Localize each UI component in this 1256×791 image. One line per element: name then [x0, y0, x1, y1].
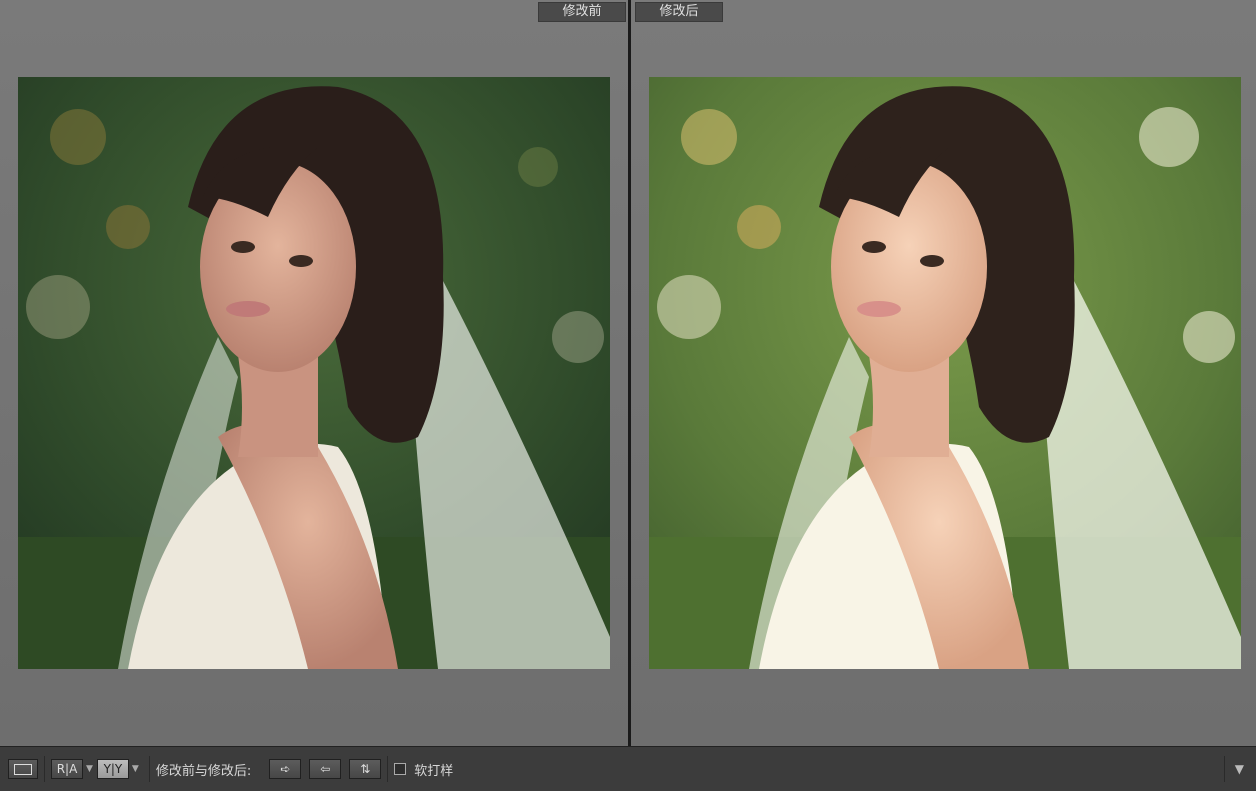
toolbar: R|A ▼ Y|Y ▼ 修改前与修改后: ➪ ⇦ ⇅ 软打样 ▼ — [0, 746, 1256, 791]
toolbar-menu-chevron-icon[interactable]: ▼ — [1235, 762, 1244, 776]
soft-proof-checkbox[interactable] — [394, 763, 407, 775]
copy-after-to-before-button[interactable]: ⇦ — [309, 759, 342, 779]
swap-right-icon: ➪ — [280, 762, 291, 776]
after-photo[interactable] — [649, 77, 1241, 669]
before-photo[interactable] — [18, 77, 610, 669]
before-after-label: 修改前与修改后: — [155, 763, 252, 779]
toolbar-divider — [387, 756, 389, 782]
before-label: 修改前 — [538, 2, 626, 22]
view-ra-dropdown-icon[interactable]: ▼ — [86, 764, 93, 774]
view-yy-dropdown-icon[interactable]: ▼ — [132, 764, 139, 774]
copy-before-to-after-button[interactable]: ➪ — [269, 759, 302, 779]
before-pane: 修改前 — [0, 0, 628, 746]
after-pane: 修改后 — [631, 0, 1256, 746]
soft-proof-label: 软打样 — [414, 763, 454, 779]
toolbar-divider — [44, 756, 45, 782]
toolbar-divider — [148, 756, 150, 782]
view-yy-button[interactable]: Y|Y — [96, 759, 129, 779]
swap-before-after-button[interactable]: ⇅ — [349, 759, 382, 779]
loupe-view-button[interactable] — [8, 759, 38, 779]
loupe-view-icon — [14, 763, 32, 775]
swap-both-icon: ⇅ — [360, 762, 371, 776]
swap-left-icon: ⇦ — [320, 762, 331, 776]
after-label: 修改后 — [635, 2, 723, 22]
view-ra-button[interactable]: R|A — [51, 759, 83, 779]
toolbar-divider — [1223, 756, 1225, 782]
